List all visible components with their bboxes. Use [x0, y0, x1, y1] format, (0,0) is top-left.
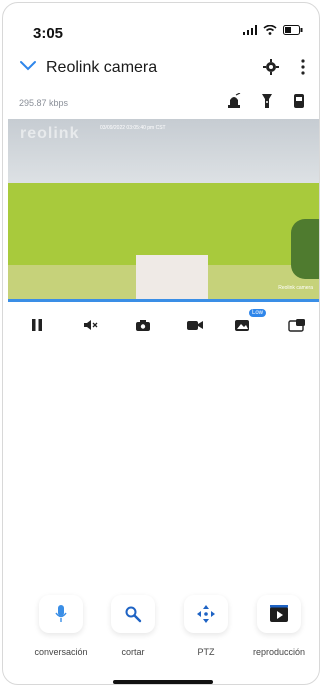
- tab-ptz[interactable]: PTZ: [166, 595, 246, 657]
- status-icons: [243, 25, 303, 35]
- more-vertical-icon[interactable]: [301, 59, 305, 75]
- flashlight-icon[interactable]: [261, 93, 273, 109]
- playback-icon: [270, 605, 288, 622]
- header-actions: [263, 59, 305, 75]
- ptz-icon: [197, 605, 215, 623]
- siren-icon[interactable]: [227, 93, 241, 109]
- gear-icon[interactable]: [263, 59, 279, 75]
- live-video[interactable]: reolink 03/09/2022 03:05:40 pm CST Reoli…: [8, 119, 319, 299]
- video-timestamp: 03/09/2022 03:05:40 pm CST: [100, 125, 166, 131]
- bottom-tabs: conversación cortar PTZ reproducción: [3, 595, 319, 665]
- reolink-watermark: reolink: [20, 125, 80, 142]
- ptz-button[interactable]: [184, 595, 228, 633]
- microphone-icon: [55, 605, 67, 622]
- wifi-icon: [263, 25, 277, 35]
- snapshot-button[interactable]: [131, 315, 155, 335]
- record-button[interactable]: [183, 315, 207, 335]
- home-indicator: [113, 680, 213, 684]
- camera-title[interactable]: Reolink camera: [46, 59, 157, 77]
- talk-label: conversación: [34, 647, 88, 657]
- video-bag: [136, 255, 208, 299]
- quality-badge: Low: [249, 309, 267, 317]
- playback-button[interactable]: [257, 595, 301, 633]
- playback-label: reproducción: [252, 647, 306, 657]
- video-plant: [291, 219, 319, 279]
- tab-cut[interactable]: cortar: [93, 595, 173, 657]
- speaker-muted-icon: [84, 320, 98, 330]
- status-time: 3:05: [33, 25, 64, 42]
- battery-icon: [283, 25, 303, 35]
- header: Reolink camera: [3, 53, 319, 83]
- bitrate-label: 295.87 kbps: [19, 98, 69, 108]
- image-quality-icon: [235, 320, 249, 331]
- tab-talk[interactable]: conversación: [21, 595, 101, 657]
- status-bar: 3:05: [3, 3, 319, 47]
- talk-button[interactable]: [39, 595, 83, 633]
- pause-button[interactable]: [25, 315, 49, 335]
- video-camera-label: Reolink camera: [278, 285, 313, 291]
- pip-icon: [288, 319, 305, 332]
- search-icon: [125, 606, 142, 623]
- stream-quality-button[interactable]: [231, 315, 255, 335]
- chevron-down-icon[interactable]: [19, 57, 37, 75]
- ptz-label: PTZ: [197, 647, 215, 657]
- video-record-icon: [187, 321, 203, 330]
- tab-playback[interactable]: reproducción: [239, 595, 319, 657]
- playback-controls: [3, 315, 319, 335]
- cut-label: cortar: [121, 647, 145, 657]
- phone-frame: 3:05 Reolink camera 295.87 kbps reolink …: [2, 2, 320, 685]
- pause-icon: [32, 319, 42, 331]
- cut-button[interactable]: [111, 595, 155, 633]
- camera-icon: [136, 319, 150, 331]
- signal-icon: [243, 25, 257, 35]
- mute-button[interactable]: [79, 315, 103, 335]
- phone-remote-icon[interactable]: [293, 93, 305, 109]
- stream-progress-bar: [8, 299, 319, 302]
- picture-in-picture-button[interactable]: [285, 315, 309, 335]
- stream-tools: [227, 93, 305, 109]
